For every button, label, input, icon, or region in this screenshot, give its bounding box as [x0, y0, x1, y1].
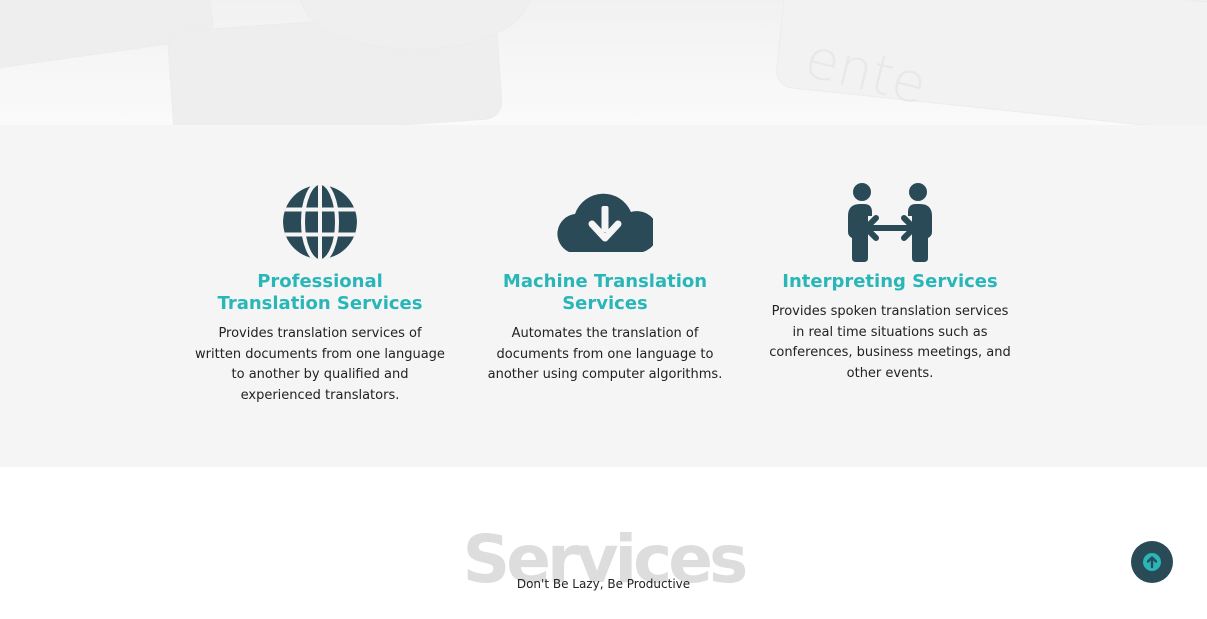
feature-title-line: Translation Services: [217, 293, 423, 314]
feature-description-line: conferences, business meetings, and: [769, 345, 1011, 360]
feature-title-line: Interpreting Services: [782, 271, 998, 292]
feature-title-line: Services: [562, 293, 648, 314]
feature-description-line: Automates the translation of: [511, 326, 699, 341]
feature-description: Provides spoken translation services in …: [765, 302, 1015, 384]
feature-description-line: experienced translators.: [240, 387, 400, 403]
feature-description-line: Provides spoken translation services: [771, 304, 1009, 319]
feature-title: Professional Translation Services: [195, 271, 445, 315]
arrow-up-circle-icon: [1143, 553, 1161, 571]
globe-icon: [272, 182, 368, 262]
feature-description-line: written documents from one language: [195, 346, 445, 362]
feature-description-line: another using computer algorithms.: [487, 367, 723, 382]
back-to-top-button[interactable]: [1131, 541, 1173, 583]
feature-description-line: documents from one language to: [496, 346, 714, 362]
feature-title: Machine Translation Services: [480, 271, 730, 315]
hero-background: ente: [0, 0, 1207, 125]
feature-description-line: in real time situations such as: [792, 324, 988, 340]
feature-description-line: to another by qualified and: [231, 367, 409, 382]
services-section-header: Services Don't Be Lazy, Be Productive: [0, 467, 1207, 619]
feature-title-line: Machine Translation: [502, 271, 708, 292]
feature-description-line: Provides translation services of: [218, 326, 422, 341]
feature-description-line: other events.: [846, 365, 934, 381]
features-section: Professional Translation Services Provid…: [0, 125, 1207, 467]
feature-description: Provides translation services of written…: [195, 324, 445, 406]
feature-description: Automates the translation of documents f…: [480, 324, 730, 386]
feature-title-line: Professional: [257, 271, 383, 292]
services-subheading: Don't Be Lazy, Be Productive: [516, 577, 691, 591]
people-arrows-icon: [842, 182, 938, 262]
cloud-download-icon: [557, 182, 653, 262]
feature-title: Interpreting Services: [765, 271, 1015, 293]
